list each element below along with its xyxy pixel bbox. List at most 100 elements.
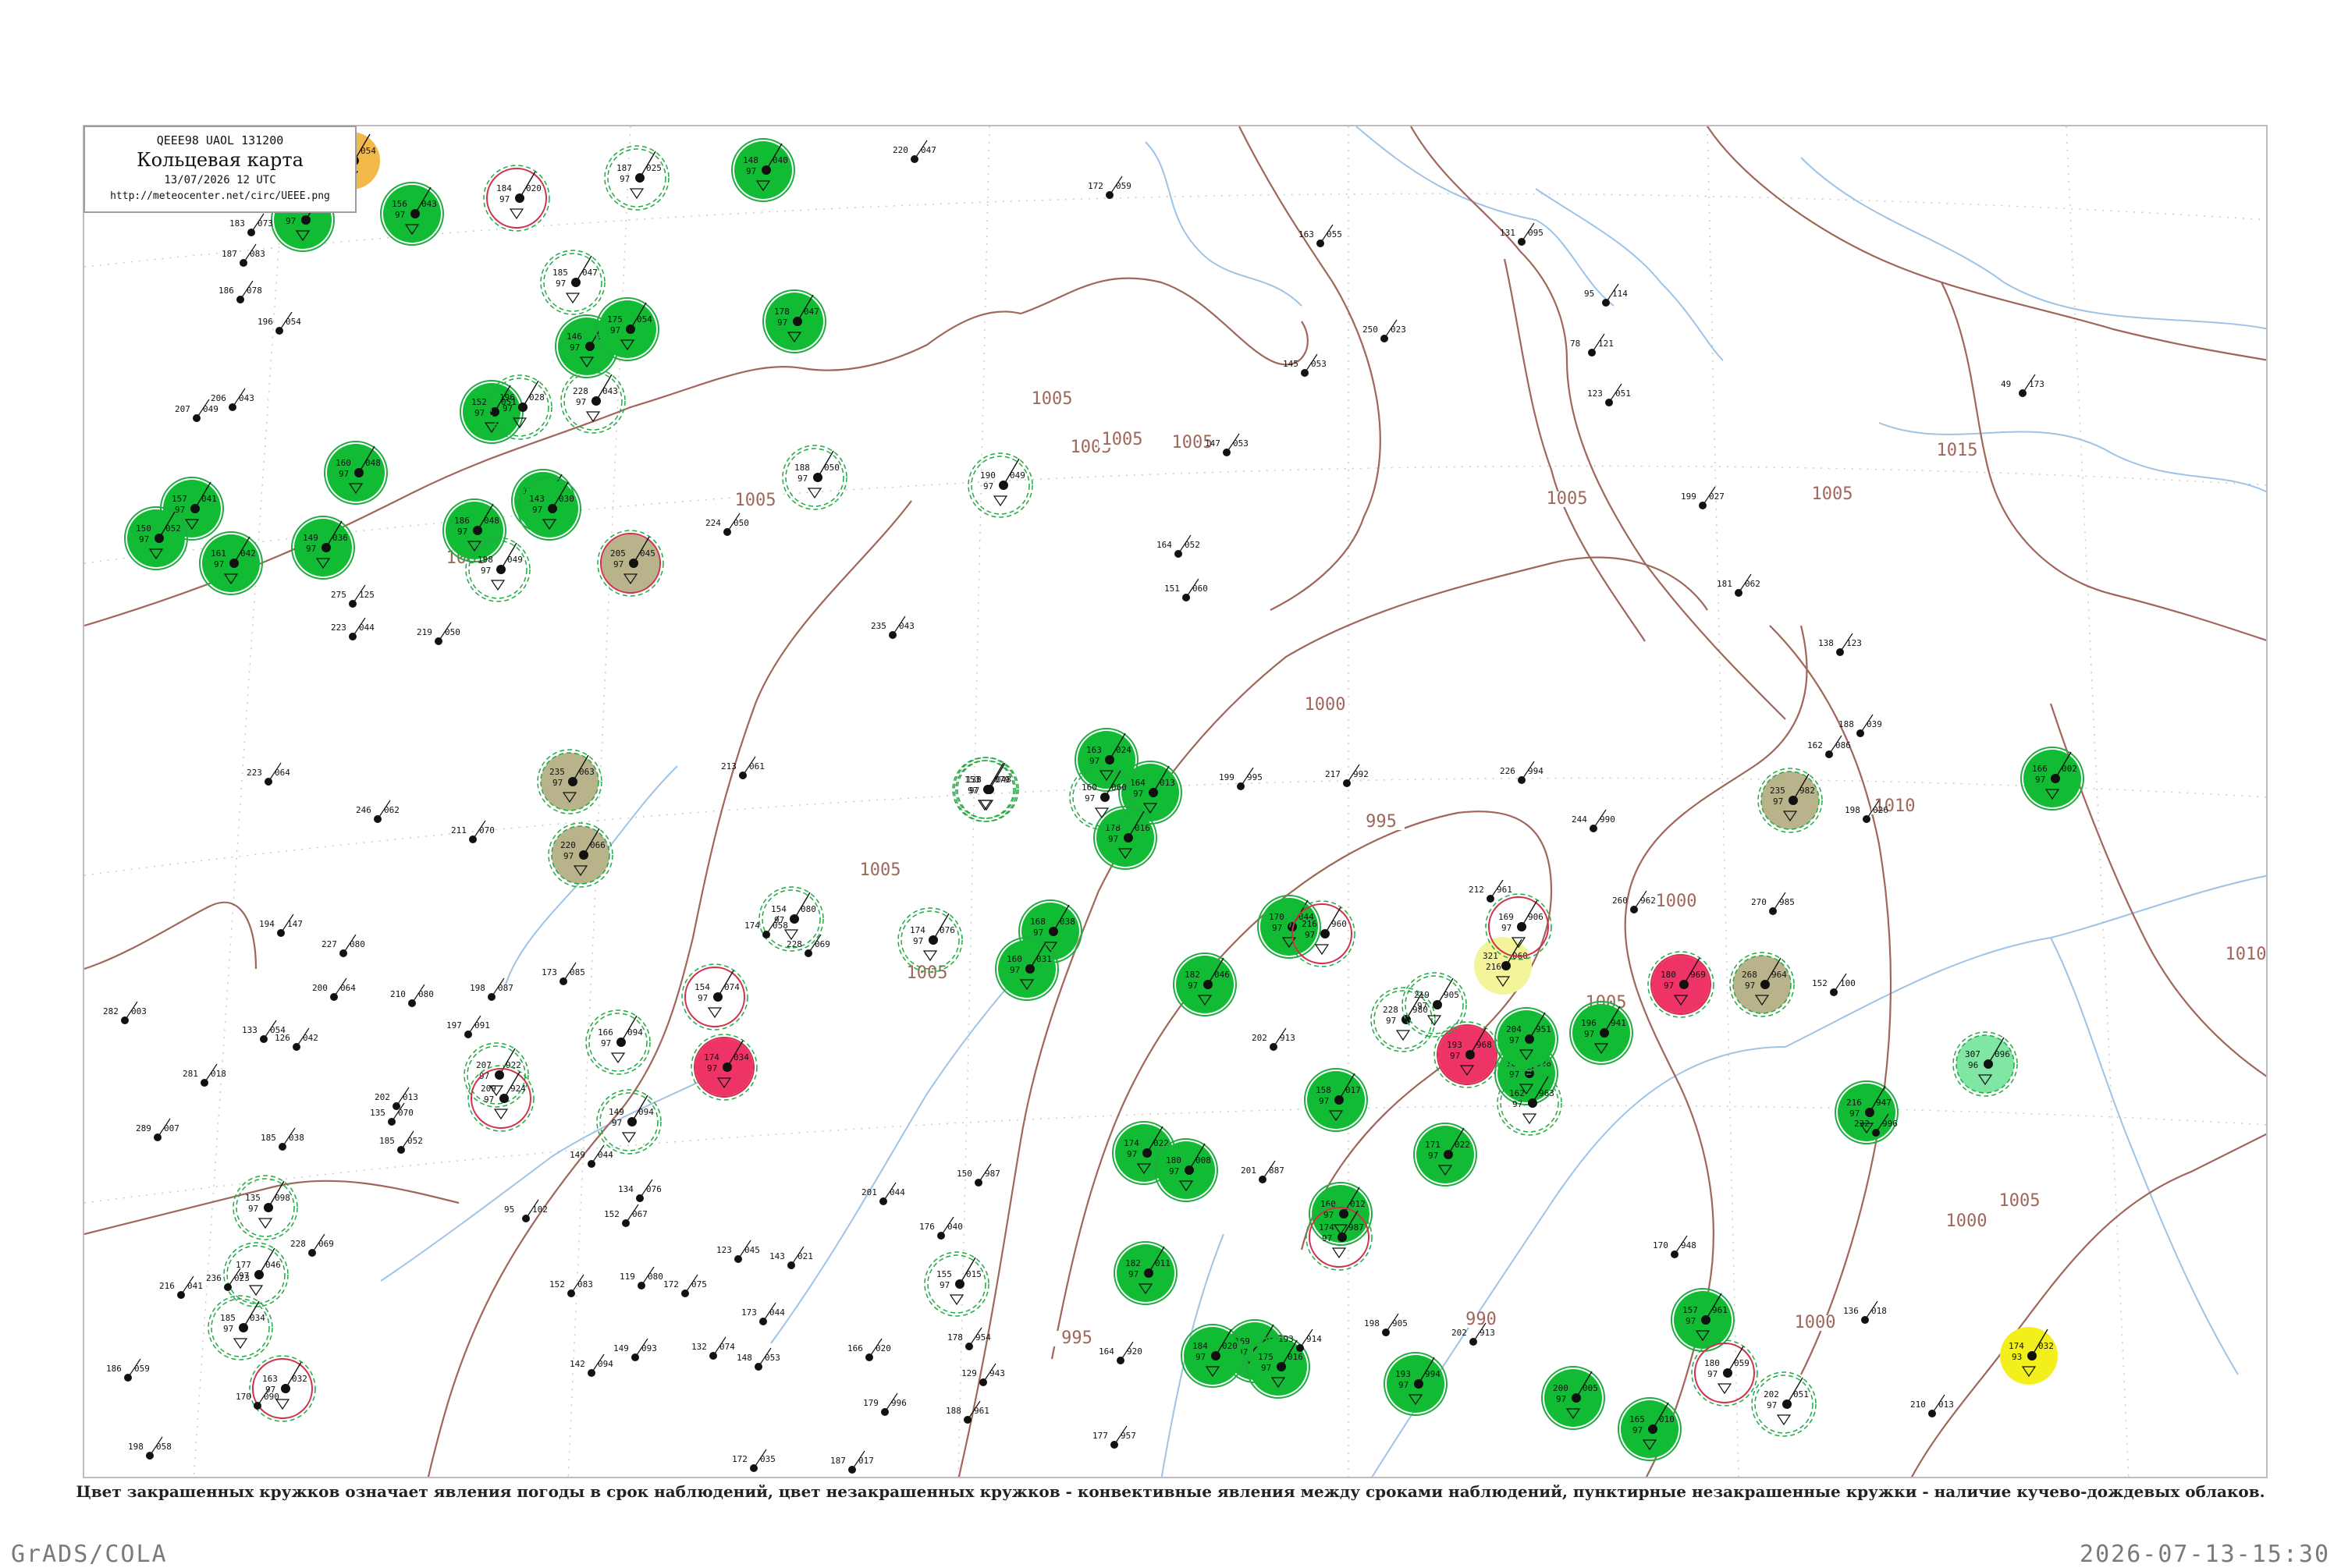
station-marker[interactable]: 160 048 97 [324,441,388,505]
station-plot[interactable]: 260 962 [1612,890,1656,913]
station-marker[interactable]: 155 015 97 [924,1251,989,1317]
station-plot[interactable]: 138 123 [1818,633,1862,656]
station-marker[interactable]: 204 951 97 [1494,1007,1558,1071]
station-marker[interactable]: 185 047 97 [540,250,606,315]
station-plot[interactable]: 270 985 [1751,892,1795,915]
station-plot[interactable]: 162 086 [1807,735,1851,758]
station-plot[interactable]: 152 083 [549,1274,593,1297]
station-marker[interactable]: 153 079 97 [952,757,1018,822]
station-plot[interactable]: 152 100 [1812,973,1856,996]
station-plot[interactable]: 212 961 [1469,879,1512,903]
station-plot[interactable]: 224 050 [705,513,749,536]
station-plot[interactable]: 119 080 [620,1266,663,1290]
station-plot[interactable]: 201 044 [861,1182,905,1205]
station-plot[interactable]: 150 987 [957,1163,1000,1187]
station-plot[interactable]: 289 007 [136,1118,179,1141]
station-plot[interactable]: 228 069 [290,1233,334,1257]
station-marker[interactable]: 180 008 97 [1154,1138,1218,1202]
station-plot[interactable]: 197 091 [446,1015,490,1038]
station-marker[interactable]: 174 076 97 [897,907,963,973]
station-plot[interactable]: 198 058 [128,1436,172,1460]
station-plot[interactable]: 179 996 [863,1392,907,1416]
station-plot[interactable]: 187 083 [222,243,265,267]
station-plot[interactable]: 132 074 [691,1336,735,1360]
station-plot[interactable]: 275 125 [331,584,375,608]
station-plot[interactable]: 131 095 [1500,222,1543,246]
station-marker[interactable]: 157 961 97 [1671,1288,1735,1352]
station-plot[interactable]: 170 948 [1653,1235,1696,1258]
station-plot[interactable]: 172 075 [663,1274,707,1297]
station-marker[interactable]: 184 020 97 [483,165,550,232]
station-plot[interactable]: 210 013 [1910,1394,1954,1417]
station-marker[interactable]: 235 063 97 [537,749,602,814]
station-plot[interactable]: 178 954 [947,1327,991,1350]
station-plot[interactable]: 148 053 [737,1347,780,1371]
station-marker[interactable]: 205 045 97 [597,530,664,597]
station-plot[interactable]: 172 059 [1088,176,1131,199]
station-plot[interactable]: 151 060 [1164,578,1208,601]
legend-url[interactable]: http://meteocenter.net/circ/UEEE.png [85,190,355,202]
station-plot[interactable]: 235 043 [871,615,915,639]
station-marker[interactable]: 154 074 97 [681,963,748,1031]
station-plot[interactable]: 250 023 [1362,319,1406,342]
station-plot[interactable]: 200 064 [312,977,356,1001]
station-plot[interactable]: 135 070 [370,1102,414,1126]
station-plot[interactable]: 181 062 [1717,573,1760,597]
station-plot[interactable]: 282 003 [103,1001,147,1024]
station-plot[interactable]: 198 905 [1364,1313,1408,1336]
station-plot[interactable]: 163 055 [1298,224,1342,247]
station-plot[interactable]: 244 990 [1572,809,1615,832]
station-plot[interactable]: 226 994 [1500,761,1543,784]
station-plot[interactable]: 185 038 [261,1127,304,1151]
station-plot[interactable]: 95 114 [1584,283,1628,307]
station-plot[interactable]: 227 080 [321,934,365,957]
station-marker[interactable]: 165 010 97 [1618,1397,1682,1461]
station-plot[interactable]: 187 017 [830,1450,874,1474]
station-plot[interactable]: 173 085 [542,962,585,985]
station-plot[interactable]: 129 943 [961,1363,1005,1386]
station-plot[interactable]: 136 018 [1843,1300,1887,1324]
station-plot[interactable]: 219 050 [417,622,460,645]
station-plot[interactable]: 196 054 [258,311,301,335]
station-marker[interactable]: 216 947 97 [1835,1080,1899,1144]
station-plot[interactable]: 183 073 [229,213,273,236]
station-plot[interactable]: 185 052 [379,1130,423,1154]
station-marker[interactable]: 161 042 97 [199,531,263,595]
station-marker[interactable]: 307 096 96 [1952,1031,2018,1097]
station-marker[interactable]: 235 982 97 [1757,768,1823,833]
station-plot[interactable]: 164 052 [1156,534,1200,558]
station-plot[interactable]: 210 080 [390,984,434,1007]
station-plot[interactable]: 213 061 [721,756,765,779]
station-plot[interactable]: 123 045 [716,1240,760,1263]
station-marker[interactable]: 180 059 97 [1691,1339,1758,1407]
station-plot[interactable]: 186 078 [218,280,262,303]
station-marker[interactable]: 268 964 97 [1729,952,1795,1017]
station-marker[interactable]: 182 011 97 [1114,1241,1178,1305]
station-plot[interactable]: 223 064 [247,762,290,786]
station-marker[interactable]: 163 024 97 [1075,728,1139,792]
station-marker[interactable]: 200 005 97 [1541,1366,1605,1430]
station-plot[interactable]: 145 053 [1283,353,1327,377]
station-plot[interactable]: 177 957 [1092,1425,1136,1449]
station-plot[interactable]: 223 044 [331,617,375,640]
station-plot[interactable]: 199 995 [1219,767,1263,790]
station-marker[interactable]: 193 994 97 [1384,1352,1448,1416]
station-plot[interactable]: 220 047 [893,140,936,163]
station-marker[interactable]: 149 036 97 [291,516,355,580]
station-marker[interactable]: 150 052 97 [124,506,188,570]
station-marker[interactable]: 152 05197 [460,380,524,444]
station-marker[interactable]: 160 031 97 [995,937,1059,1001]
station-marker[interactable]: 220 066 97 [548,822,613,888]
station-plot[interactable]: 152 067 [604,1204,648,1227]
station-plot[interactable]: 194 147 [259,913,303,937]
station-plot[interactable]: 78 121 [1570,333,1614,357]
station-plot[interactable]: 143 021 [769,1246,813,1269]
station-marker[interactable]: 171 022 97 [1413,1123,1477,1187]
station-marker[interactable]: 188 050 97 [782,445,847,510]
station-plot[interactable]: 142 094 [570,1353,613,1377]
station-marker[interactable]: 156 043 97 [380,182,444,246]
station-marker[interactable]: 143 030 97 [517,477,581,541]
station-plot[interactable]: 164 920 [1099,1341,1142,1364]
station-marker[interactable]: 166 094 97 [585,1009,651,1075]
station-marker[interactable]: 182 046 97 [1173,953,1237,1016]
